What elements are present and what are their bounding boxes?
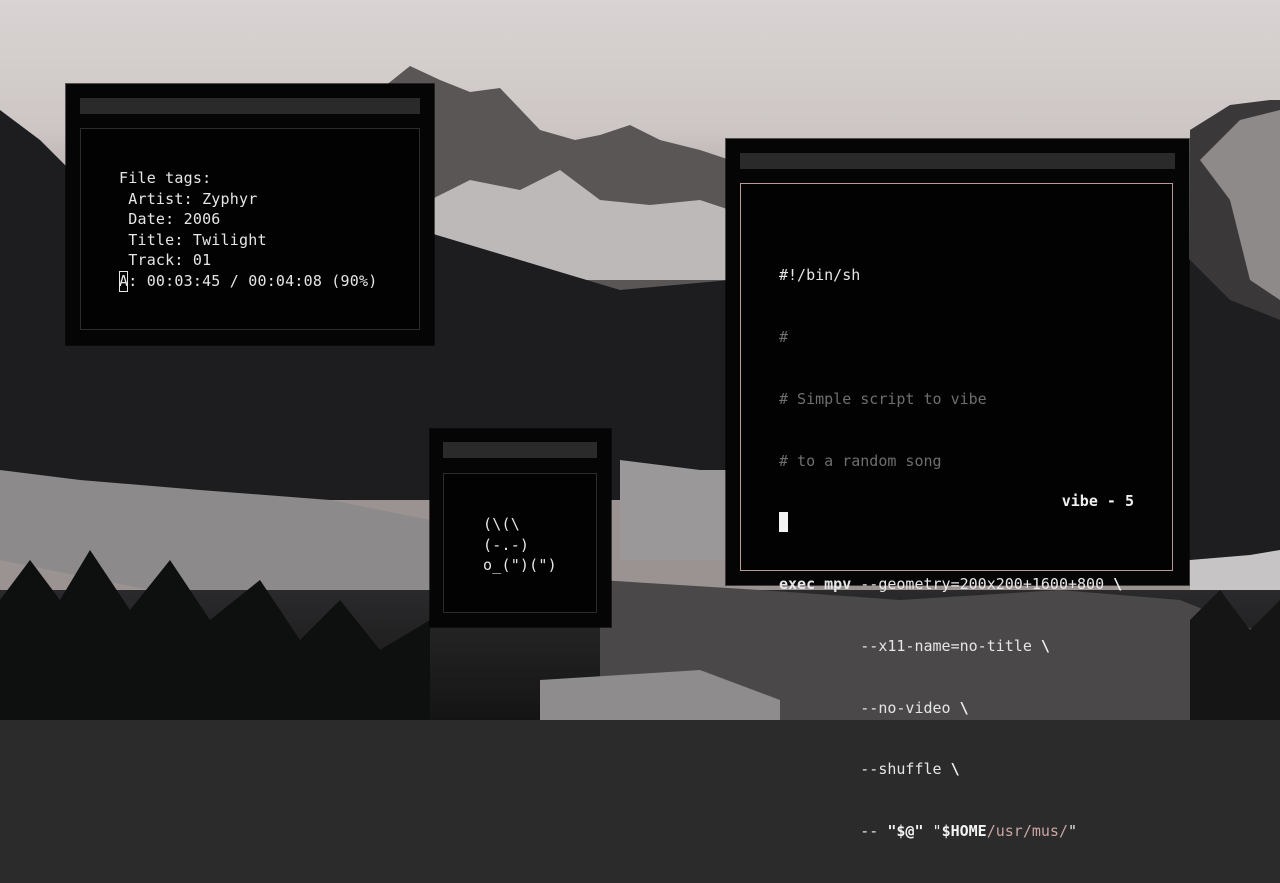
- mpv-terminal-window[interactable]: File tags: Artist: Zyphyr Date: 2006 Tit…: [66, 84, 434, 345]
- shebang: #!/bin/sh: [779, 266, 861, 285]
- editor-status: vibe - 5: [1061, 492, 1134, 510]
- comment: # Simple script to vibe: [779, 389, 987, 408]
- tag-date: Date: 2006: [119, 210, 221, 229]
- terminal-pane[interactable]: File tags: Artist: Zyphyr Date: 2006 Tit…: [80, 128, 420, 330]
- code-line: # Simple script to vibe: [779, 389, 1122, 410]
- quoted-args: "$@": [887, 822, 924, 841]
- line-continuation: \: [959, 698, 969, 717]
- text-cursor: [779, 512, 788, 533]
- editor-window[interactable]: #!/bin/sh # # Simple script to vibe # to…: [726, 139, 1189, 840]
- quote: ": [923, 822, 942, 841]
- status-cursor: A: [119, 270, 129, 292]
- line-continuation: \: [950, 760, 960, 779]
- code-line: --x11-name=no-title \: [779, 636, 1122, 657]
- tag-title: Title: Twilight: [119, 230, 267, 249]
- bunny-line-2: (-.-): [483, 535, 530, 554]
- mpv-output: File tags: Artist: Zyphyr Date: 2006 Tit…: [119, 168, 377, 292]
- comment: # to a random song: [779, 451, 942, 470]
- window-titlebar[interactable]: [740, 153, 1175, 169]
- line-continuation: \: [1040, 636, 1050, 655]
- bunny-line-3: o_(")("): [483, 556, 557, 575]
- ascii-art-window[interactable]: (\(\ (-.-) o_(")("): [430, 429, 611, 627]
- playback-time: : 00:03:45 / 00:04:08 (90%): [128, 271, 378, 290]
- bunny-ascii-art: (\(\ (-.-) o_(")("): [483, 514, 557, 576]
- tag-artist: Artist: Zyphyr: [119, 189, 258, 208]
- code-line: # to a random song: [779, 451, 1122, 472]
- arg: --x11-name=no-title: [779, 636, 1041, 655]
- arg: --no-video: [779, 698, 960, 717]
- tags-heading: File tags:: [119, 169, 212, 187]
- quote: ": [1068, 822, 1078, 841]
- bunny-line-1: (\(\: [483, 515, 520, 533]
- line-continuation: \: [1113, 575, 1123, 594]
- terminal-pane[interactable]: (\(\ (-.-) o_(")("): [443, 473, 597, 613]
- code-line: [779, 512, 1122, 533]
- code-line: #: [779, 327, 1122, 348]
- code-line: --shuffle \: [779, 759, 1122, 780]
- code-line: #!/bin/sh: [779, 265, 1122, 286]
- arg: --: [779, 822, 888, 841]
- comment: #: [779, 327, 789, 346]
- script-code: #!/bin/sh # # Simple script to vibe # to…: [779, 224, 1122, 883]
- window-titlebar[interactable]: [443, 442, 597, 458]
- keyword-exec: exec: [779, 575, 816, 594]
- arg: --geometry=200x200+1600+800: [851, 575, 1114, 594]
- code-line: -- "$@" "$HOME/usr/mus/": [779, 821, 1122, 842]
- arg: --shuffle: [779, 760, 951, 779]
- command-mpv: mpv: [824, 575, 852, 594]
- home-variable: $HOME: [941, 822, 987, 841]
- music-path: /usr/mus/: [986, 822, 1068, 841]
- code-line: --no-video \: [779, 698, 1122, 719]
- code-line: exec mpv --geometry=200x200+1600+800 \: [779, 574, 1122, 595]
- playback-status: A: 00:03:45 / 00:04:08 (90%): [119, 270, 378, 292]
- editor-pane[interactable]: #!/bin/sh # # Simple script to vibe # to…: [740, 183, 1173, 840]
- window-titlebar[interactable]: [80, 98, 420, 114]
- tag-track: Track: 01: [119, 251, 212, 270]
